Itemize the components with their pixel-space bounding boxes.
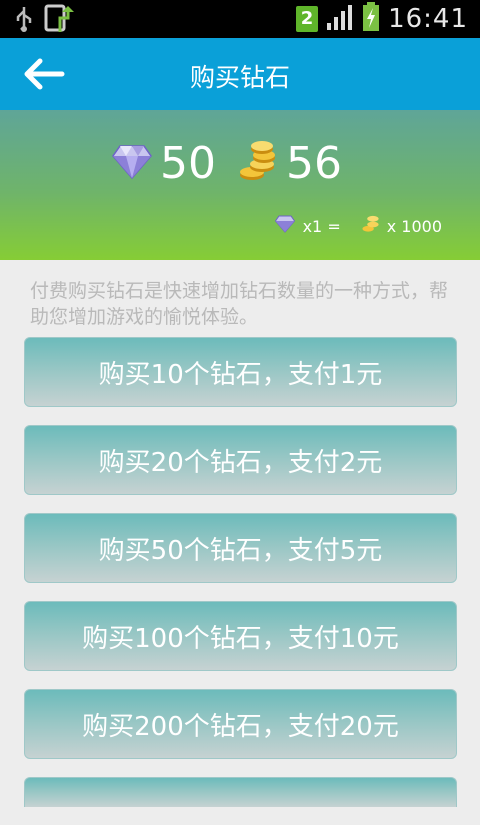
- usb-icon: [14, 5, 34, 37]
- buy-option-button[interactable]: 购买200个钻石，支付20元: [24, 689, 457, 759]
- battery-charging-icon: [362, 2, 380, 36]
- rate-left-text: x1 =: [302, 216, 341, 236]
- buy-option-button[interactable]: 购买10个钻石，支付1元: [24, 337, 457, 407]
- rate-right-text: x 1000: [386, 216, 442, 236]
- gold-coins-icon: [238, 140, 278, 187]
- sim-badge: 2: [296, 6, 319, 32]
- title-bar: 购买钻石: [0, 38, 480, 110]
- diamond-count: 50: [160, 138, 216, 189]
- balance-row: 50 56: [112, 138, 342, 189]
- description-text: 付费购买钻石是快速增加钻石数量的一种方式，帮助您增加游戏的愉悦体验。: [30, 280, 449, 328]
- buy-option-button[interactable]: 购买100个钻石，支付10元: [24, 601, 457, 671]
- diamond-icon: [112, 144, 152, 184]
- clock: 16:41: [388, 4, 468, 34]
- coin-count: 56: [286, 138, 342, 189]
- diamond-small-icon: [274, 215, 295, 237]
- balance-panel: 50 56 x1 = x 1000: [0, 110, 480, 260]
- signal-icon: [326, 3, 354, 35]
- status-bar: 2 16:41: [0, 0, 480, 38]
- page-title: 购买钻石: [189, 63, 290, 92]
- buy-option-button-partial[interactable]: [24, 777, 457, 807]
- buy-option-button[interactable]: 购买20个钻石，支付2元: [24, 425, 457, 495]
- buy-options-list: 购买10个钻石，支付1元 购买20个钻石，支付2元 购买50个钻石，支付5元 购…: [24, 337, 457, 825]
- coins-small-icon: [361, 214, 381, 238]
- exchange-rate: x1 = x 1000: [274, 214, 442, 238]
- notification-upload-icon: [44, 4, 78, 38]
- buy-option-button[interactable]: 购买50个钻石，支付5元: [24, 513, 457, 583]
